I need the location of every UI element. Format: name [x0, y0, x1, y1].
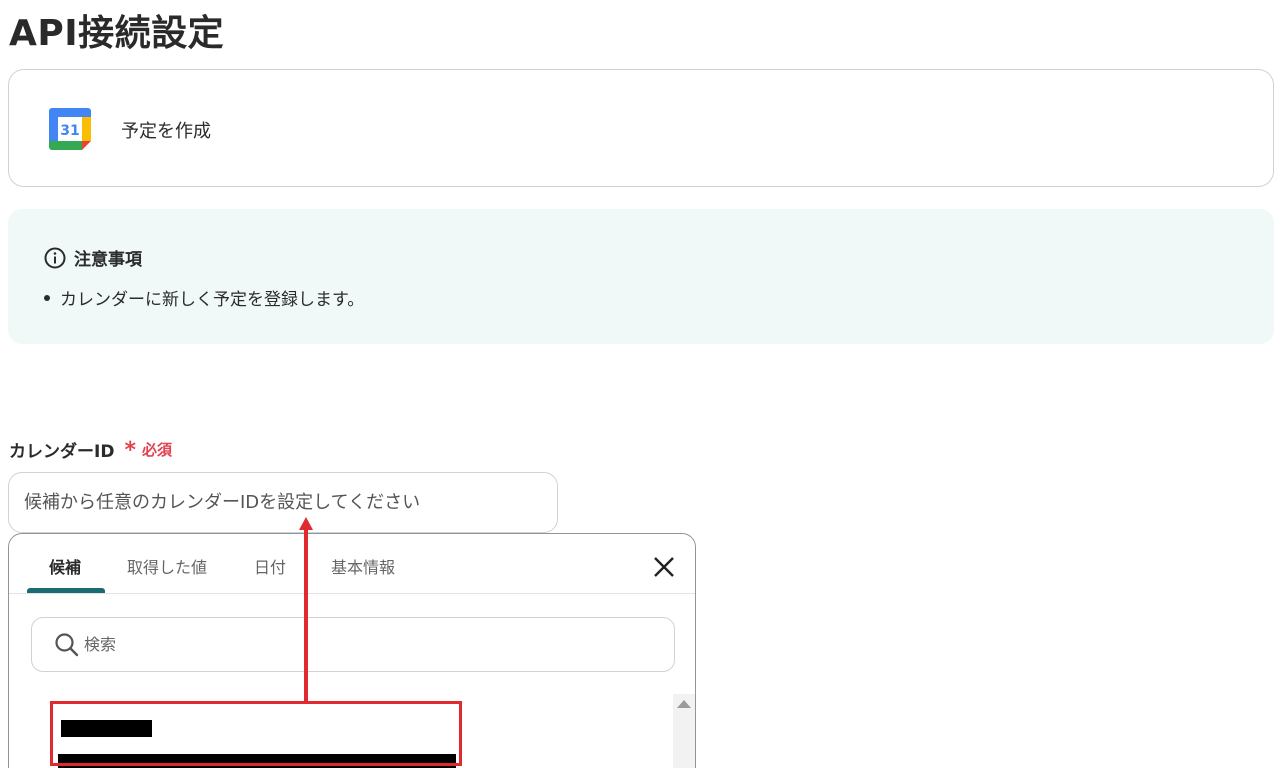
action-label: 予定を作成 — [121, 121, 211, 142]
notice-list-item: カレンダーに新しく予定を登録します。 — [44, 285, 364, 310]
candidate-dropdown: 候補 取得した値 日付 基本情報 — [8, 533, 696, 768]
search-box — [31, 617, 675, 672]
notice-title: 注意事項 — [74, 250, 142, 270]
tab-retrieved-values[interactable]: 取得した値 — [127, 554, 207, 578]
redacted-calendar-name — [61, 720, 152, 737]
calendar-id-label: カレンダーID — [9, 441, 115, 462]
google-calendar-icon: 31 — [49, 108, 91, 150]
redacted-calendar-id — [58, 754, 456, 768]
dropdown-tabs: 候補 取得した値 日付 基本情報 — [9, 534, 695, 594]
scroll-up-arrow-icon[interactable] — [677, 700, 691, 708]
bullet — [44, 294, 50, 301]
notice-header: 注意事項 — [44, 245, 142, 270]
calendar-id-label-row: カレンダーID * 必須 — [9, 436, 172, 462]
close-icon[interactable] — [651, 554, 677, 580]
candidate-list — [9, 694, 695, 768]
candidate-item[interactable] — [53, 704, 461, 768]
active-tab-indicator — [27, 588, 105, 593]
page-title: API接続設定 — [9, 13, 225, 54]
search-input[interactable] — [84, 618, 654, 671]
scrollbar[interactable] — [673, 694, 695, 768]
required-asterisk: * — [124, 438, 136, 463]
tab-date[interactable]: 日付 — [254, 554, 286, 578]
action-card: 31 予定を作成 — [8, 69, 1274, 187]
search-icon — [55, 633, 79, 657]
required-label: 必須 — [141, 440, 172, 459]
tab-basic-info[interactable]: 基本情報 — [331, 554, 395, 578]
info-icon — [44, 247, 66, 268]
tab-candidates[interactable]: 候補 — [49, 554, 81, 578]
calendar-day-number: 31 — [60, 123, 79, 139]
notice-panel: 注意事項 カレンダーに新しく予定を登録します。 — [8, 209, 1274, 344]
notice-text: カレンダーに新しく予定を登録します。 — [60, 290, 365, 310]
calendar-id-input[interactable] — [8, 472, 558, 533]
